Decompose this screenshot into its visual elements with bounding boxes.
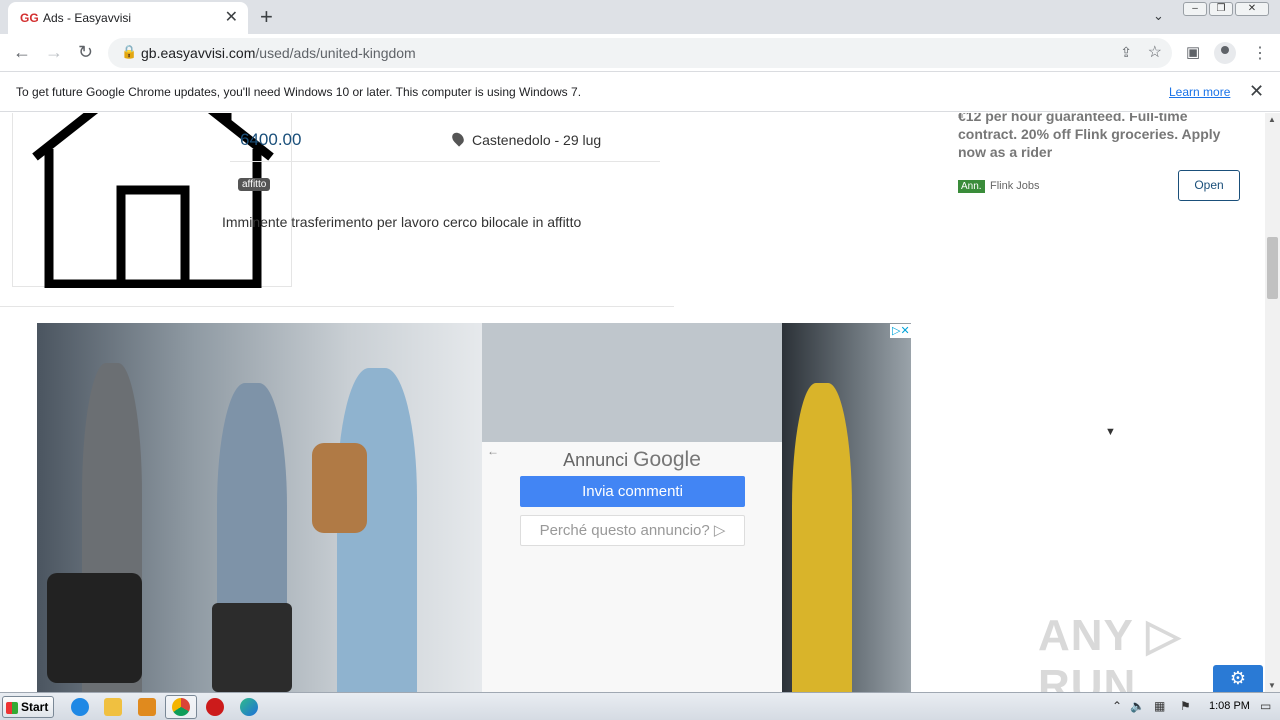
ad-advertiser: Flink Jobs — [990, 180, 1040, 192]
ad-photo-figure — [792, 383, 852, 692]
window-close-button[interactable]: ✕ — [1235, 2, 1269, 16]
scroll-up-icon[interactable]: ▲ — [1268, 115, 1276, 124]
ad-photo-backpack — [312, 443, 367, 533]
scroll-down-icon[interactable]: ▼ — [1268, 681, 1276, 690]
listing-description[interactable]: Imminente trasferimento per lavoro cerco… — [222, 214, 581, 230]
restore-button[interactable]: ❐ — [1209, 2, 1233, 16]
scroll-thumb[interactable] — [1267, 237, 1278, 299]
category-badge: affitto — [238, 178, 271, 191]
opera-icon[interactable] — [206, 698, 224, 716]
tray-expand-icon[interactable]: ⌃ — [1112, 699, 1122, 713]
location-pin-icon — [449, 130, 467, 147]
open-ad-button[interactable]: Open — [1178, 170, 1240, 201]
taskbar-clock[interactable]: 1:08 PM — [1209, 700, 1250, 712]
start-button[interactable]: Start — [2, 696, 54, 718]
back-arrow-icon[interactable]: ← — [13, 42, 31, 63]
edge-icon[interactable] — [240, 698, 258, 716]
tab-title: Ads - Easyavvisi — [43, 11, 132, 25]
tab-strip: GG Ads - Easyavvisi ✕ + ⌄ – ❐ ✕ — [0, 0, 1280, 34]
action-center-flag-icon[interactable]: ⚑ — [1180, 699, 1191, 713]
side-panel-icon[interactable]: ▣ — [1186, 43, 1200, 61]
ad-photo-suitcase — [212, 603, 292, 692]
media-player-icon[interactable] — [138, 698, 156, 716]
url-text[interactable]: gb.easyavvisi.com/used/ads/united-kingdo… — [141, 45, 416, 61]
reload-icon[interactable]: ↻ — [78, 42, 93, 63]
explorer-folder-icon[interactable] — [104, 698, 122, 716]
why-this-ad-button[interactable]: Perché questo annuncio? ▷ — [520, 515, 745, 546]
browser-toolbar: ← → ↻ 🔒 gb.easyavvisi.com/used/ads/unite… — [0, 34, 1280, 72]
ad-label-badge: Ann. — [958, 180, 985, 193]
network-icon[interactable]: ▦ — [1154, 699, 1165, 713]
adchoices-icon[interactable]: ▷✕ — [890, 324, 912, 338]
windows-taskbar: Start ⌃ 🔈 ▦ ⚑ 1:08 PM ▭ — [0, 692, 1280, 720]
annunci-google-label: Annunci Google — [563, 448, 701, 471]
site-favicon-icon: GG — [20, 11, 39, 25]
tab-close-icon[interactable]: ✕ — [225, 7, 238, 27]
lock-icon[interactable]: 🔒 — [121, 44, 137, 60]
chrome-icon — [172, 698, 190, 716]
windows-flag-icon — [6, 702, 18, 714]
profile-avatar[interactable] — [1214, 42, 1236, 64]
tab-search-chevron-icon[interactable]: ⌄ — [1153, 8, 1164, 24]
forward-arrow-icon[interactable]: → — [45, 42, 63, 63]
ad-photo-bag — [47, 573, 142, 683]
tab-easyavvisi[interactable]: GG Ads - Easyavvisi ✕ — [8, 2, 248, 34]
infobar-message: To get future Google Chrome updates, you… — [16, 85, 582, 99]
address-bar[interactable]: 🔒 gb.easyavvisi.com/used/ads/united-king… — [108, 38, 1172, 68]
minimize-button[interactable]: – — [1183, 2, 1207, 16]
share-icon[interactable]: ⇪ — [1120, 44, 1132, 61]
page-scrollbar[interactable]: ▲ ▼ — [1265, 113, 1280, 692]
listing-price[interactable]: 6400.00 — [240, 130, 301, 150]
ie-icon[interactable] — [71, 698, 89, 716]
show-desktop-icon[interactable]: ▭ — [1260, 699, 1271, 713]
infobar-close-icon[interactable]: ✕ — [1249, 81, 1264, 102]
divider — [230, 161, 660, 162]
dropdown-triangle-icon[interactable]: ▼ — [1105, 426, 1116, 438]
learn-more-link[interactable]: Learn more — [1169, 85, 1230, 99]
google-ad-feedback-panel: ← Annunci Google Invia commenti Perché q… — [482, 442, 782, 692]
update-infobar: To get future Google Chrome updates, you… — [0, 72, 1280, 112]
bookmark-star-icon[interactable]: ☆ — [1148, 42, 1162, 62]
side-ad-text[interactable]: €12 per hour guaranteed. Full-time contr… — [958, 113, 1248, 161]
menu-kebab-icon[interactable]: ⋮ — [1252, 43, 1268, 63]
send-feedback-button[interactable]: Invia commenti — [520, 476, 745, 507]
volume-icon[interactable]: 🔈 — [1130, 699, 1145, 713]
page-content: 6400.00 Castenedolo - 29 lug affitto Imm… — [0, 113, 1265, 692]
listing-location: Castenedolo - 29 lug — [472, 132, 602, 148]
settings-gear-button[interactable]: ⚙ — [1213, 665, 1263, 692]
new-tab-plus-icon[interactable]: + — [260, 4, 273, 30]
display-ad-banner[interactable]: ← Annunci Google Invia commenti Perché q… — [37, 323, 911, 692]
divider — [0, 306, 674, 307]
